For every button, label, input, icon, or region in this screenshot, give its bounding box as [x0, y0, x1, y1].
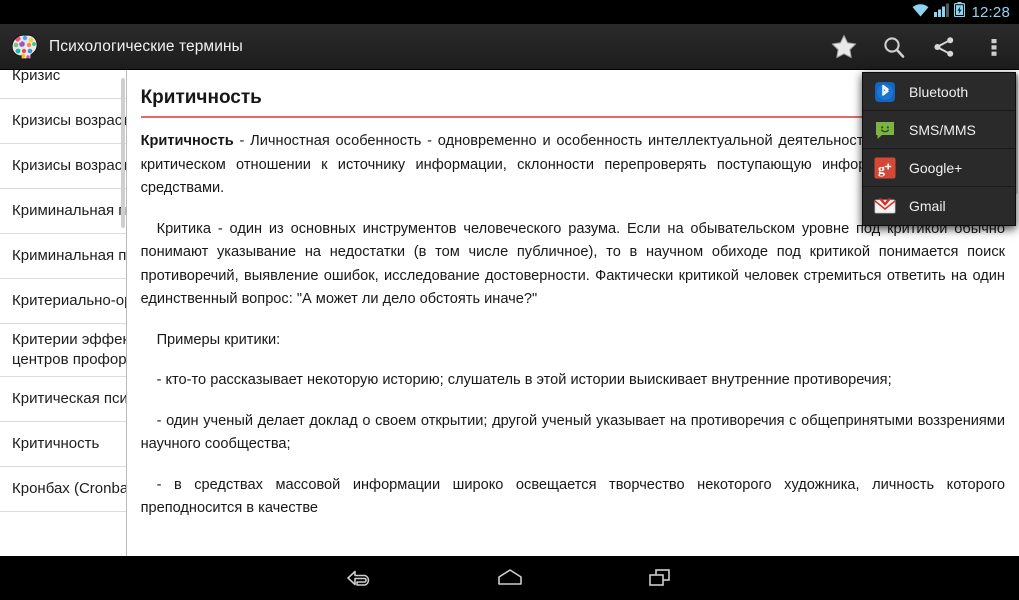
overflow-menu-icon[interactable] — [969, 24, 1019, 70]
paragraph-text: - в средствах массовой информации широко… — [140, 476, 1005, 517]
article-paragraph: - кто-то рассказывает некоторую историю;… — [141, 369, 1005, 393]
share-menu-item[interactable]: SMS/MMS — [863, 111, 1015, 149]
term-label: Кронбах (Cronbach) Ли — [12, 480, 127, 497]
term-label: Кризис — [12, 70, 61, 84]
status-bar: 12:28 — [0, 0, 1019, 24]
term-label: Критериально-ориентированные тесты — [12, 292, 126, 309]
system-navigation-bar — [0, 556, 1019, 600]
term-label: Критичность — [12, 435, 100, 452]
battery-charging-icon — [954, 2, 966, 22]
search-icon[interactable] — [869, 24, 919, 70]
term-label: Кризисы возрастного развития — [12, 112, 126, 129]
list-scrollbar[interactable] — [120, 78, 125, 228]
term-label: Критерии эффективности деятельности цент… — [12, 331, 127, 368]
share-dropdown-menu[interactable]: Bluetooth SMS/MMS g Google+ Gmail — [862, 72, 1016, 226]
paragraph-text: - кто-то рассказывает некоторую историю;… — [156, 372, 892, 388]
article-paragraph: - в средствах массовой информации широко… — [141, 474, 1005, 521]
list-item[interactable]: Криминальная психология — [0, 189, 126, 234]
share-item-label: Bluetooth — [909, 83, 969, 100]
cellular-signal-icon — [934, 3, 950, 22]
paragraph-lead-term: Критичность — [140, 133, 234, 149]
list-item[interactable]: Критериально-ориентированные тесты — [0, 279, 126, 324]
status-clock: 12:28 — [971, 3, 1010, 21]
share-item-label: SMS/MMS — [909, 121, 976, 138]
gmail-icon — [874, 195, 896, 217]
wifi-icon — [912, 3, 929, 22]
android-tablet-screen: 12:28 Психологические термины Кризис Кри… — [0, 0, 1019, 600]
bluetooth-icon — [874, 81, 896, 103]
status-icons — [912, 2, 966, 22]
list-item[interactable]: Криминальная психопатология — [0, 234, 127, 279]
app-title: Психологические термины — [49, 37, 243, 55]
favorite-star-icon[interactable] — [819, 24, 869, 70]
term-label: Критическая психология — [12, 390, 126, 407]
back-icon[interactable] — [330, 556, 390, 600]
list-item[interactable]: Критичность — [0, 422, 126, 467]
paragraph-text: Примеры критики: — [156, 331, 281, 348]
sms-mms-icon — [874, 119, 896, 141]
svg-text:g: g — [878, 162, 885, 177]
action-bar: Психологические термины — [0, 24, 1019, 70]
share-item-label: Google+ — [909, 159, 963, 176]
paragraph-text: Критика - один из основных инструментов … — [140, 220, 1005, 308]
article-paragraph: Критика - один из основных инструментов … — [141, 218, 1005, 312]
term-label: Криминальная психология — [12, 202, 126, 219]
home-icon[interactable] — [480, 556, 540, 600]
list-item[interactable]: Критическая психология — [0, 377, 126, 422]
list-item[interactable]: Кризис — [0, 70, 126, 99]
list-item[interactable]: Кризисы возрастного развития — [0, 99, 126, 144]
article-paragraph: - один ученый делает доклад о своем откр… — [141, 410, 1005, 457]
brain-head-icon — [9, 32, 39, 62]
article-paragraph: Примеры критики: — [141, 329, 1005, 353]
list-item[interactable]: Кризисы возрастные — [0, 144, 126, 189]
term-list-pane[interactable]: Кризис Кризисы возрастного развития Кризис… — [0, 70, 127, 556]
share-menu-item[interactable]: g Google+ — [863, 149, 1015, 187]
paragraph-text: - один ученый делает доклад о своем откр… — [140, 412, 1005, 453]
list-item[interactable]: Кронбах (Cronbach) Ли — [0, 467, 127, 512]
share-icon[interactable] — [919, 24, 969, 70]
recent-apps-icon[interactable] — [630, 556, 690, 600]
term-list: Кризис Кризисы возрастного развития Кризис… — [0, 70, 127, 512]
google-plus-icon: g — [874, 157, 896, 179]
action-bar-icons — [819, 24, 1019, 70]
share-menu-item[interactable]: Bluetooth — [863, 73, 1015, 111]
share-item-label: Gmail — [909, 198, 946, 214]
term-label: Кризисы возрастные — [12, 157, 126, 174]
share-menu-item[interactable]: Gmail — [863, 187, 1015, 225]
list-item[interactable]: Критерии эффективности деятельности цент… — [0, 324, 127, 377]
term-label: Криминальная психопатология — [12, 247, 127, 264]
